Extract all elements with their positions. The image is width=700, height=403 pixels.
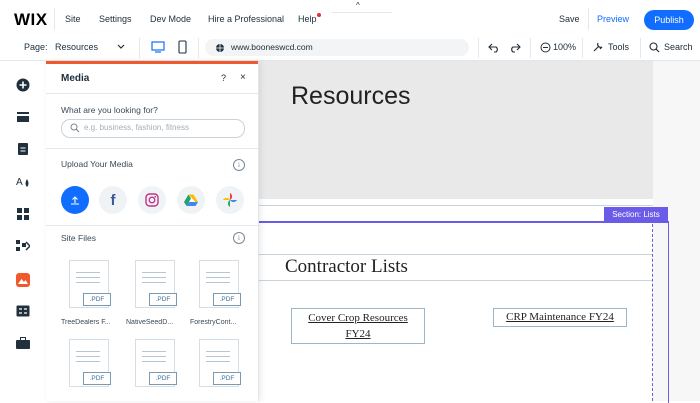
panel-accent-bar: [46, 61, 258, 64]
divider: [530, 38, 531, 58]
file-thumbnail[interactable]: .PDF: [195, 260, 241, 308]
preview-button[interactable]: Preview: [597, 14, 629, 24]
instagram-button[interactable]: [138, 186, 166, 214]
sections-icon[interactable]: [13, 107, 33, 127]
chevron-down-icon[interactable]: [117, 44, 125, 50]
file-thumbnail[interactable]: .PDF: [131, 339, 177, 387]
section-divider: [258, 205, 653, 206]
contractor-lists-title[interactable]: Contractor Lists: [285, 256, 408, 278]
file-thumbnail[interactable]: .PDF: [131, 260, 177, 308]
publish-button[interactable]: Publish: [644, 10, 694, 30]
wix-logo[interactable]: WIX: [14, 10, 48, 30]
file-thumbnail[interactable]: .PDF: [65, 339, 111, 387]
button-label-line1: Cover Crop Resources: [308, 312, 408, 324]
file-name: ForestryCont...: [190, 319, 237, 326]
divider: [54, 8, 55, 30]
menu-hire-a-professional[interactable]: Hire a Professional: [208, 14, 284, 24]
file-thumbnail[interactable]: .PDF: [195, 339, 241, 387]
upload-heading: Upload Your Media: [61, 159, 133, 169]
svg-text:A: A: [16, 177, 23, 188]
menu-dev-mode[interactable]: Dev Mode: [150, 14, 191, 24]
redo-icon[interactable]: [509, 42, 521, 53]
file-type-badge: .PDF: [83, 293, 111, 306]
zoom-level[interactable]: 100%: [553, 42, 576, 52]
pages-icon[interactable]: [13, 139, 33, 159]
google-photos-button[interactable]: [216, 186, 244, 214]
title-box-top: [258, 254, 652, 255]
file-type-badge: .PDF: [83, 372, 111, 385]
page-title[interactable]: Resources: [291, 82, 411, 111]
upload-icon: [71, 196, 79, 205]
mobile-icon[interactable]: [178, 40, 187, 54]
tools-button[interactable]: Tools: [608, 42, 629, 52]
search-icon[interactable]: [649, 42, 660, 53]
add-icon[interactable]: [13, 75, 33, 95]
info-icon[interactable]: i: [233, 232, 245, 244]
collapse-handle[interactable]: [332, 2, 392, 13]
business-icon[interactable]: [13, 301, 33, 321]
site-url[interactable]: www.booneswcd.com: [231, 42, 313, 52]
menu-settings[interactable]: Settings: [99, 14, 132, 24]
design-icon[interactable]: A: [13, 172, 33, 192]
section-label[interactable]: Section: Lists: [604, 207, 668, 221]
undo-icon[interactable]: [488, 42, 500, 53]
save-button[interactable]: Save: [559, 14, 580, 24]
google-photos-icon: [223, 193, 237, 207]
apps-icon[interactable]: [13, 204, 33, 224]
google-drive-icon: [184, 194, 198, 206]
divider: [582, 38, 583, 58]
media-icon[interactable]: [16, 273, 30, 287]
divider: [139, 38, 140, 58]
search-question: What are you looking for?: [61, 105, 158, 115]
divider: [640, 38, 641, 58]
help-button[interactable]: ?: [221, 73, 226, 83]
site-files-heading: Site Files: [61, 233, 96, 243]
file-type-badge: .PDF: [149, 293, 177, 306]
panel-title: Media: [61, 73, 90, 84]
page-selector[interactable]: Resources: [55, 42, 98, 52]
crp-maintenance-button[interactable]: CRP Maintenance FY24: [493, 308, 627, 327]
file-name: NativeSeedD...: [126, 319, 174, 326]
cover-crop-resources-button[interactable]: Cover Crop Resources FY24: [291, 308, 425, 344]
file-type-badge: .PDF: [149, 372, 177, 385]
panel-divider: [46, 93, 258, 94]
portfolio-icon[interactable]: [13, 333, 33, 353]
facebook-button[interactable]: f: [99, 186, 127, 214]
panel-divider: [46, 225, 258, 226]
info-icon[interactable]: i: [233, 159, 245, 171]
title-box-bottom: [258, 280, 652, 281]
desktop-icon[interactable]: [151, 41, 165, 53]
instagram-icon: [145, 193, 159, 207]
globe-icon: [216, 44, 224, 52]
menu-help[interactable]: Help: [298, 14, 317, 24]
divider: [478, 38, 479, 58]
grid-guide: [652, 224, 653, 401]
app-market-icon[interactable]: [13, 236, 33, 256]
divider: [588, 8, 589, 30]
google-drive-button[interactable]: [177, 186, 205, 214]
zoom-out-icon[interactable]: [540, 42, 551, 53]
upload-button[interactable]: [61, 186, 89, 214]
facebook-icon: f: [110, 191, 116, 209]
search-placeholder: e.g. business, fashion, fitness: [84, 123, 189, 132]
file-name: TreeDealers F...: [61, 319, 111, 326]
page-label: Page:: [24, 42, 48, 52]
file-type-badge: .PDF: [213, 293, 241, 306]
file-type-badge: .PDF: [213, 372, 241, 385]
search-button[interactable]: Search: [664, 42, 693, 52]
chevron-up-icon[interactable]: ^: [356, 1, 360, 10]
divider: [198, 38, 199, 58]
tools-icon[interactable]: [592, 41, 604, 53]
notification-dot: [317, 13, 321, 17]
file-thumbnail[interactable]: .PDF: [65, 260, 111, 308]
button-label-line2: FY24: [345, 328, 371, 340]
close-button[interactable]: ×: [240, 72, 246, 83]
panel-divider: [46, 148, 258, 149]
menu-site[interactable]: Site: [65, 14, 81, 24]
button-label-line1: CRP Maintenance FY24: [506, 311, 614, 323]
search-icon: [70, 123, 80, 133]
